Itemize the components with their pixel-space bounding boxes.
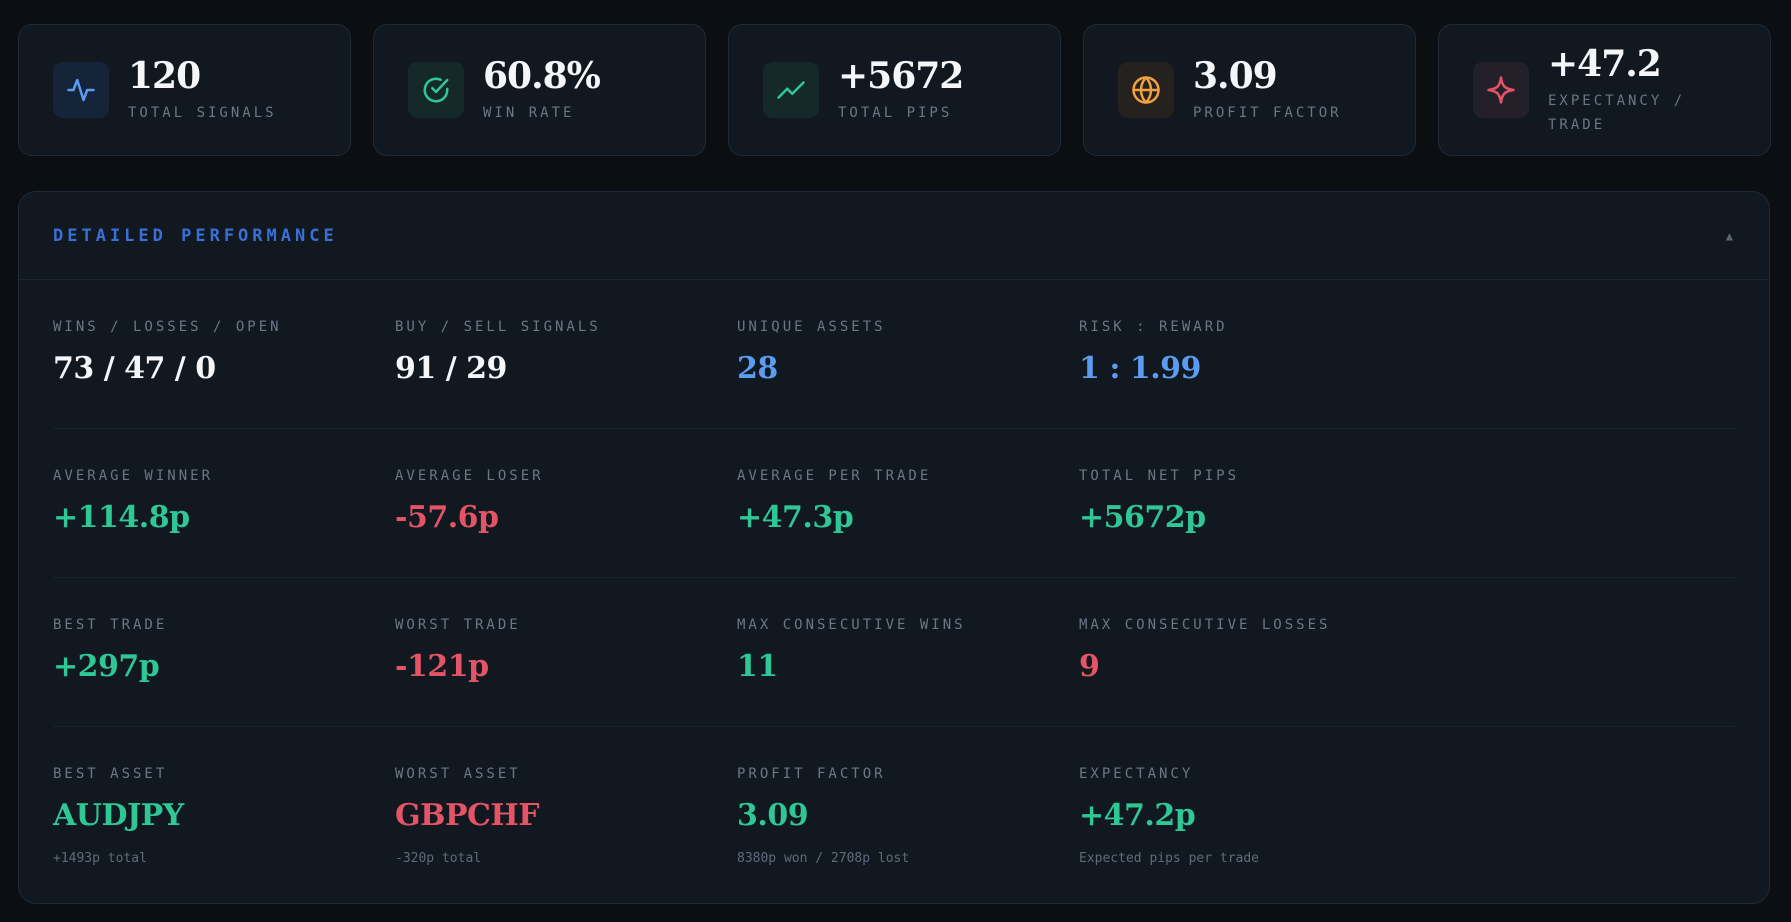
stat-card-expectancy: +47.2 EXPECTANCY / TRADE [1438, 24, 1771, 156]
metric-value: +114.8p [53, 500, 190, 535]
metrics-row: BEST ASSET AUDJPY +1493p total WORST ASS… [53, 727, 1735, 876]
stat-card-total-pips: +5672 TOTAL PIPS [728, 24, 1061, 156]
metric-value: +5672p [1079, 500, 1206, 535]
metric-profit-factor: PROFIT FACTOR 3.09 8380p won / 2708p los… [737, 765, 1079, 876]
metric-value: +297p [53, 649, 160, 684]
metric-label: BEST TRADE [53, 617, 168, 633]
sparkle-icon [1473, 62, 1529, 118]
stat-label: EXPECTANCY / TRADE [1548, 92, 1686, 133]
metrics-grid: WINS / LOSSES / OPEN 73 / 47 / 0 BUY / S… [19, 280, 1769, 876]
stat-card-win-rate: 60.8% WIN RATE [373, 24, 706, 156]
stat-card-total-signals: 120 TOTAL SIGNALS [18, 24, 351, 156]
metric-label: AVERAGE WINNER [53, 468, 214, 484]
metric-value: -121p [395, 649, 489, 684]
metric-value: +47.3p [737, 500, 854, 535]
stat-label: TOTAL PIPS [838, 104, 953, 121]
metric-label: MAX CONSECUTIVE LOSSES [1079, 617, 1331, 633]
metric-best-asset: BEST ASSET AUDJPY +1493p total [53, 765, 395, 876]
stat-label: WIN RATE [483, 104, 575, 121]
stat-value: +5672 [838, 54, 964, 97]
metric-subtext: 8380p won / 2708p lost [737, 851, 910, 866]
stat-label: TOTAL SIGNALS [128, 104, 277, 121]
metric-buy-sell-signals: BUY / SELL SIGNALS 91 / 29 [395, 318, 737, 428]
metric-worst-trade: WORST TRADE -121p [395, 616, 737, 726]
metric-value: -57.6p [395, 500, 499, 535]
stat-value: 60.8% [483, 54, 601, 97]
stat-value: 120 [128, 54, 201, 97]
metric-label: RISK : REWARD [1079, 319, 1228, 335]
stat-value: +47.2 [1548, 42, 1662, 85]
metric-value: 73 / 47 / 0 [53, 351, 216, 386]
stats-row: 120 TOTAL SIGNALS 60.8% WIN RATE +5672 T… [18, 24, 1771, 156]
metric-expectancy: EXPECTANCY +47.2p Expected pips per trad… [1079, 765, 1421, 876]
metric-worst-asset: WORST ASSET GBPCHF -320p total [395, 765, 737, 876]
metric-label: MAX CONSECUTIVE WINS [737, 617, 966, 633]
metric-value: 1 : 1.99 [1079, 351, 1201, 386]
panel-header[interactable]: DETAILED PERFORMANCE ▲ [19, 192, 1769, 280]
stat-card-profit-factor: 3.09 PROFIT FACTOR [1083, 24, 1416, 156]
panel-title: DETAILED PERFORMANCE [53, 225, 338, 246]
metric-label: WORST ASSET [395, 766, 521, 782]
metric-max-consecutive-wins: MAX CONSECUTIVE WINS 11 [737, 616, 1079, 726]
metric-label: TOTAL NET PIPS [1079, 468, 1240, 484]
metric-label: BEST ASSET [53, 766, 168, 782]
metric-total-net-pips: TOTAL NET PIPS +5672p [1079, 467, 1421, 577]
metric-average-loser: AVERAGE LOSER -57.6p [395, 467, 737, 577]
metric-value: 91 / 29 [395, 351, 507, 386]
metric-risk-reward: RISK : REWARD 1 : 1.99 [1079, 318, 1421, 428]
metrics-row: AVERAGE WINNER +114.8p AVERAGE LOSER -57… [53, 429, 1735, 578]
metric-value: AUDJPY [53, 798, 184, 833]
metric-label: PROFIT FACTOR [737, 766, 886, 782]
metric-average-winner: AVERAGE WINNER +114.8p [53, 467, 395, 577]
metric-average-per-trade: AVERAGE PER TRADE +47.3p [737, 467, 1079, 577]
metric-value: 9 [1079, 649, 1100, 684]
metric-label: AVERAGE PER TRADE [737, 468, 932, 484]
stat-label: PROFIT FACTOR [1193, 104, 1342, 121]
trending-up-icon [763, 62, 819, 118]
metric-subtext: +1493p total [53, 851, 147, 866]
activity-icon [53, 62, 109, 118]
metric-value: 28 [737, 351, 778, 386]
collapse-icon[interactable]: ▲ [1726, 229, 1733, 243]
metrics-row: BEST TRADE +297p WORST TRADE -121p MAX C… [53, 578, 1735, 727]
metric-best-trade: BEST TRADE +297p [53, 616, 395, 726]
check-circle-icon [408, 62, 464, 118]
metric-max-consecutive-losses: MAX CONSECUTIVE LOSSES 9 [1079, 616, 1421, 726]
metric-label: BUY / SELL SIGNALS [395, 319, 601, 335]
metric-subtext: Expected pips per trade [1079, 851, 1260, 866]
metric-unique-assets: UNIQUE ASSETS 28 [737, 318, 1079, 428]
stat-value: 3.09 [1193, 54, 1278, 97]
metric-label: WINS / LOSSES / OPEN [53, 319, 282, 335]
metric-label: WORST TRADE [395, 617, 521, 633]
metric-subtext: -320p total [395, 851, 482, 866]
detailed-performance-panel: DETAILED PERFORMANCE ▲ WINS / LOSSES / O… [18, 191, 1770, 904]
metric-label: AVERAGE LOSER [395, 468, 544, 484]
globe-icon [1118, 62, 1174, 118]
metric-value: +47.2p [1079, 798, 1196, 833]
metrics-row: WINS / LOSSES / OPEN 73 / 47 / 0 BUY / S… [53, 280, 1735, 429]
metric-wins-losses-open: WINS / LOSSES / OPEN 73 / 47 / 0 [53, 318, 395, 428]
metric-label: UNIQUE ASSETS [737, 319, 886, 335]
metric-label: EXPECTANCY [1079, 766, 1194, 782]
metric-value: GBPCHF [395, 798, 540, 833]
metric-value: 3.09 [737, 798, 809, 833]
metric-value: 11 [737, 649, 778, 684]
